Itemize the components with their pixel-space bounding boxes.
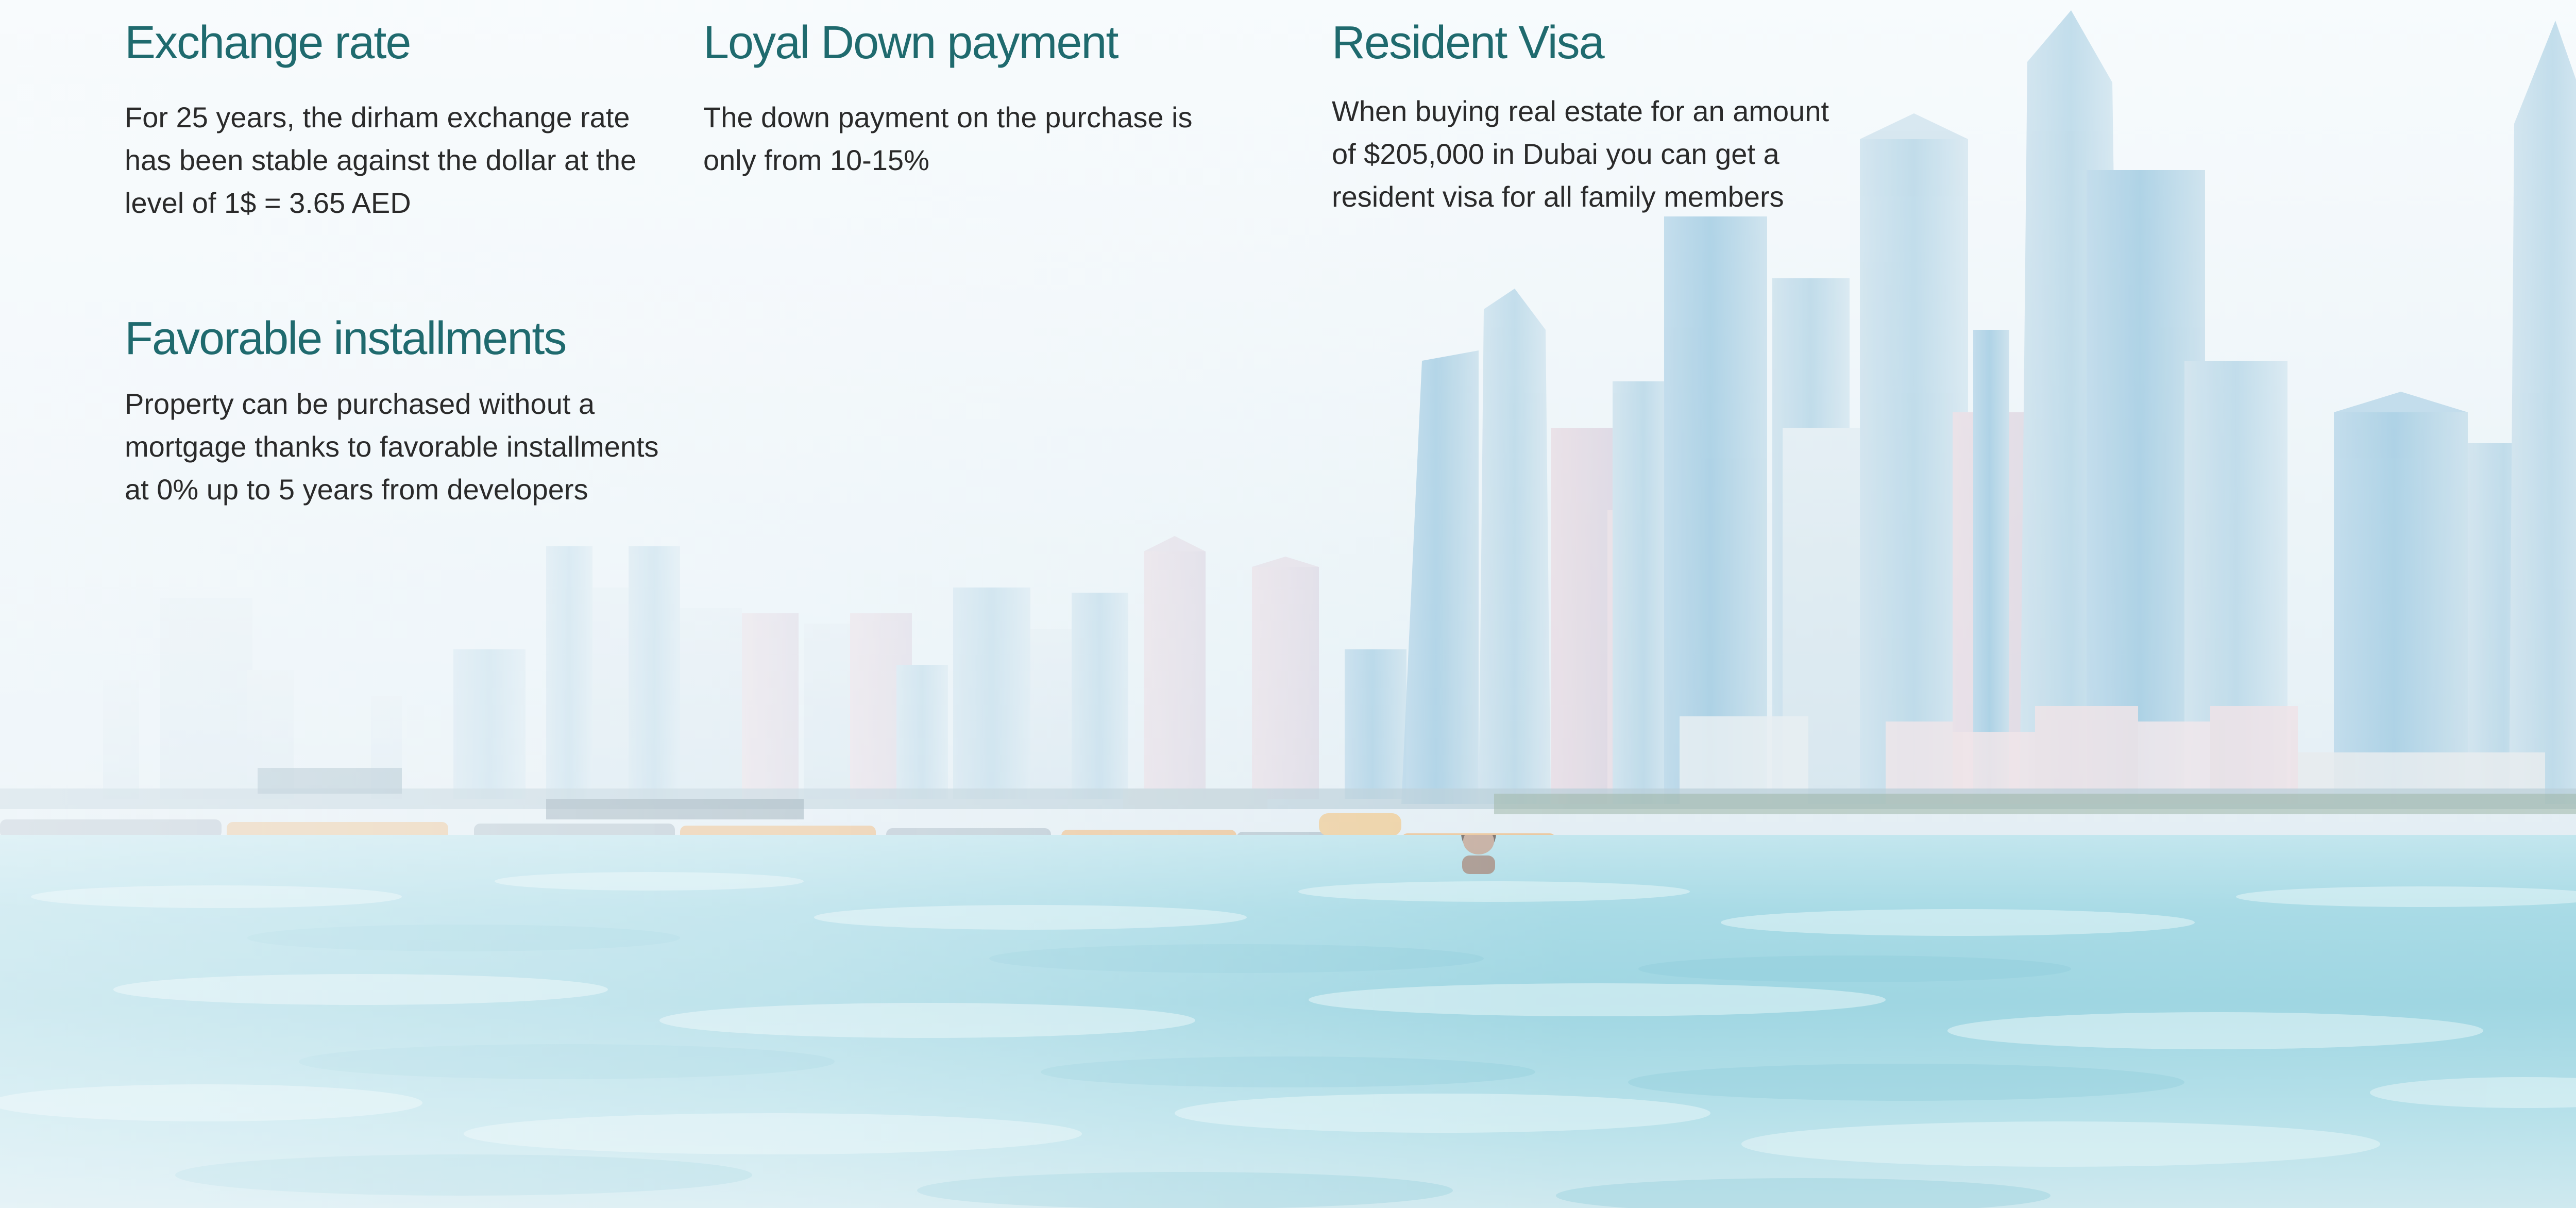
feature-description: Property can be purchased without a mort… (125, 388, 659, 506)
feature-title: Resident Visa (1332, 17, 1605, 69)
feature-title: Exchange rate (125, 17, 411, 69)
feature-description: For 25 years, the dirham exchange rate h… (125, 101, 637, 219)
feature-resident-visa: Resident Visa When buying real estate fo… (1332, 15, 1847, 218)
feature-down-payment: Loyal Down payment The down payment on t… (703, 15, 1239, 181)
feature-title: Favorable installments (125, 313, 567, 364)
feature-title: Loyal Down payment (703, 17, 1118, 69)
water-ripples (0, 835, 2576, 1208)
feature-description: When buying real estate for an amount of… (1332, 95, 1829, 213)
feature-exchange-rate: Exchange rate For 25 years, the dirham e… (125, 15, 645, 224)
feature-favorable-installments: Favorable installments Property can be p… (125, 311, 671, 511)
swimmer (1461, 835, 1496, 874)
feature-description: The down payment on the purchase is only… (703, 101, 1193, 176)
